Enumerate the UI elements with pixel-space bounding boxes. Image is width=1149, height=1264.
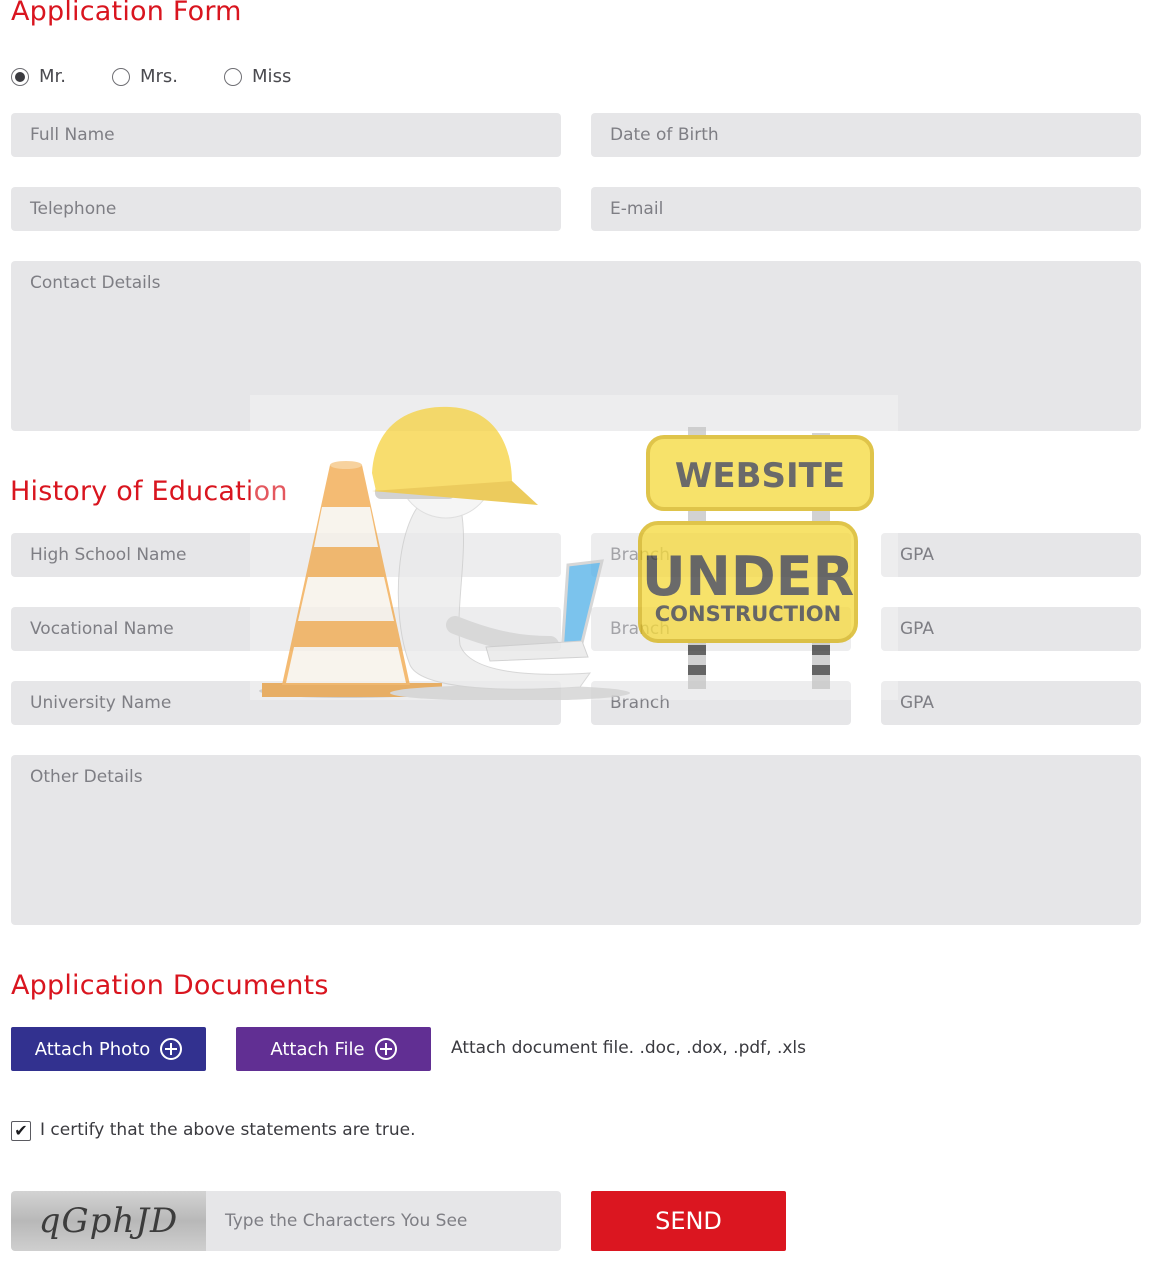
radio-miss-label: Miss — [252, 66, 292, 87]
radio-mr[interactable]: Mr. — [11, 66, 66, 87]
radio-mr-label: Mr. — [39, 66, 66, 87]
date-of-birth-input[interactable]: Date of Birth — [591, 113, 1141, 157]
radio-mrs-label: Mrs. — [140, 66, 179, 87]
vocational-gpa-input[interactable]: GPA — [881, 607, 1141, 651]
radio-miss[interactable]: Miss — [224, 66, 291, 87]
email-input[interactable]: E-mail — [591, 187, 1141, 231]
plus-circle-icon — [160, 1038, 183, 1060]
attach-file-button[interactable]: Attach File — [236, 1027, 431, 1071]
attach-photo-button[interactable]: Attach Photo — [11, 1027, 206, 1071]
full-name-input[interactable]: Full Name — [11, 113, 561, 157]
attach-file-label: Attach File — [270, 1038, 365, 1060]
documents-title: Application Documents — [11, 970, 329, 1001]
university-branch-input[interactable]: Branch — [591, 681, 851, 725]
attach-hint-text: Attach document file. .doc, .dox, .pdf, … — [451, 1038, 806, 1058]
plus-circle-icon — [374, 1038, 397, 1060]
high-school-name-input[interactable]: High School Name — [11, 533, 561, 577]
radio-miss-circle[interactable] — [224, 67, 243, 86]
radio-mrs[interactable]: Mrs. — [112, 66, 178, 87]
application-form-title: Application Form — [11, 0, 242, 27]
captcha-image: qGphJD — [11, 1191, 206, 1251]
salutation-radio-group: Mr. Mrs. Miss — [11, 66, 291, 87]
vocational-name-input[interactable]: Vocational Name — [11, 607, 561, 651]
high-school-branch-input[interactable]: Branch — [591, 533, 851, 577]
captcha-input[interactable]: Type the Characters You See — [206, 1191, 561, 1251]
university-name-input[interactable]: University Name — [11, 681, 561, 725]
send-button[interactable]: SEND — [591, 1191, 786, 1251]
radio-selected-dot — [15, 71, 25, 82]
university-gpa-input[interactable]: GPA — [881, 681, 1141, 725]
other-details-textarea[interactable]: Other Details — [11, 755, 1141, 925]
radio-mrs-circle[interactable] — [112, 67, 130, 86]
high-school-gpa-input[interactable]: GPA — [881, 533, 1141, 577]
contact-details-textarea[interactable]: Contact Details — [11, 261, 1141, 431]
checkmark-icon: ✔ — [14, 1121, 28, 1140]
attach-photo-label: Attach Photo — [34, 1038, 151, 1060]
radio-mr-circle[interactable] — [11, 67, 29, 86]
education-title: History of Education — [10, 476, 288, 507]
telephone-input[interactable]: Telephone — [11, 187, 561, 231]
certify-label: I certify that the above statements are … — [40, 1120, 416, 1140]
certify-checkbox[interactable]: ✔ — [11, 1121, 31, 1141]
sign-line1: WEBSITE — [675, 456, 845, 496]
vocational-branch-input[interactable]: Branch — [591, 607, 851, 651]
